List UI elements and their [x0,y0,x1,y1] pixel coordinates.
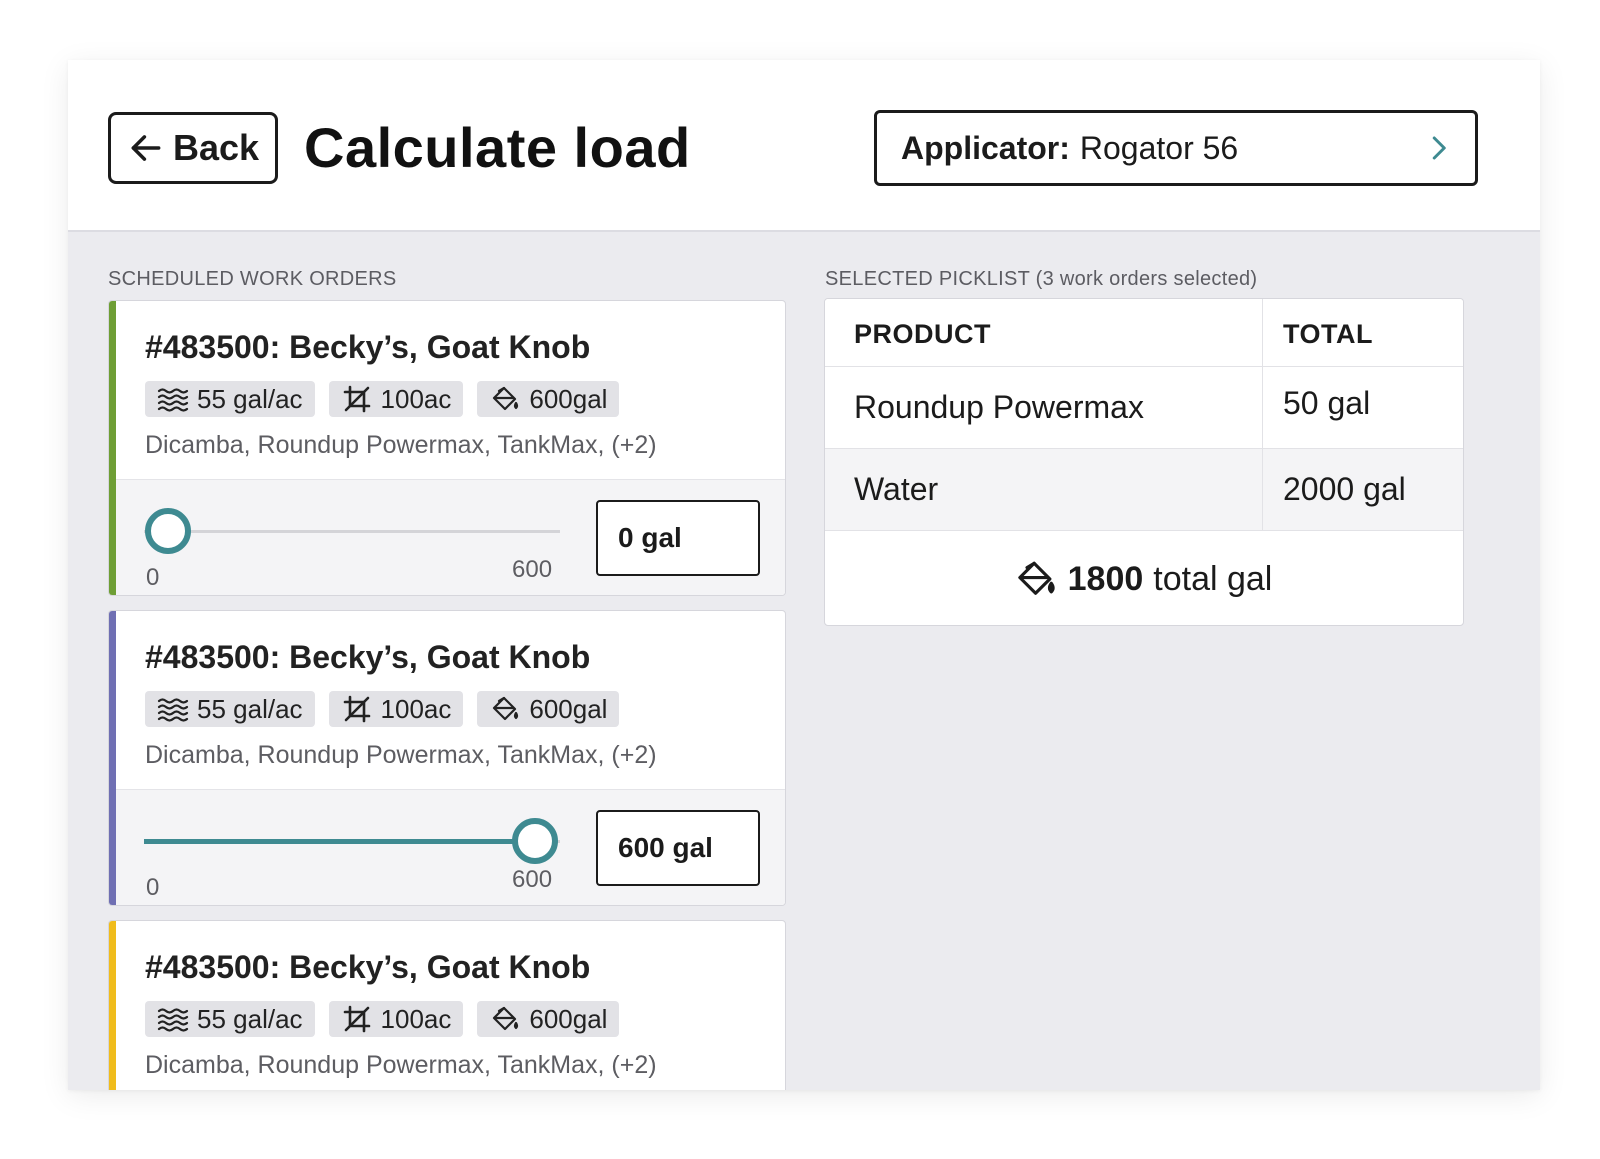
page-title: Calculate load [304,116,691,179]
chip-row: 55 gal/ac 100ac 600gal [145,1001,620,1037]
table-header: PRODUCT TOTAL [825,299,1463,367]
paint-bucket-icon [493,696,519,721]
volume-chip: 600gal [477,1001,620,1037]
slider-max-label: 600 [512,866,553,893]
chip-row: 55 gal/ac 100ac 600gal [145,691,620,727]
card-summary: #483500: Becky’s, Goat Knob 55 gal/ac 10… [109,921,785,1090]
load-slider-panel: 0 600 600 gal [116,789,785,905]
applicator-selector[interactable]: Applicator: Rogator 56 [874,110,1478,186]
paint-bucket-icon [1017,561,1055,595]
column-header-product: PRODUCT [854,319,991,349]
work-order-title: #483500: Becky’s, Goat Knob [145,329,591,365]
area-value: 100ac [380,383,452,414]
picklist-total: 1800 total gal [825,531,1463,625]
slider-thumb[interactable] [512,818,558,864]
column-divider [1262,299,1263,530]
rate-chip: 55 gal/ac [145,1001,315,1037]
area-chip: 100ac [328,381,464,417]
products-list: Dicamba, Roundup Powermax, TankMax, (+2) [145,1051,657,1079]
crop-icon [343,1005,370,1033]
product-total: 2000 gal [1283,471,1406,507]
arrow-left-icon [131,135,161,161]
product-name: Water [854,471,939,507]
volume-chip: 600gal [477,381,620,417]
slider-track[interactable] [144,530,560,533]
area-chip: 100ac [328,1001,464,1037]
products-list: Dicamba, Roundup Powermax, TankMax, (+2) [145,431,657,459]
work-order-card[interactable]: #483500: Becky’s, Goat Knob 55 gal/ac 10… [108,920,786,1090]
chevron-right-icon [1432,136,1446,160]
paint-bucket-icon [493,1006,519,1031]
rate-chip: 55 gal/ac [145,381,315,417]
volume-value: 600gal [529,1003,608,1034]
gallons-input[interactable]: 0 gal [596,500,760,576]
load-slider-panel: 0 600 0 gal [116,479,785,595]
area-chip: 100ac [328,691,464,727]
work-order-card[interactable]: #483500: Becky’s, Goat Knob 55 gal/ac 10… [108,610,786,906]
slider-min-label: 0 [146,564,160,591]
slider-min-label: 0 [146,874,160,901]
picklist-table: PRODUCT TOTAL Roundup Powermax 50 gal Wa… [824,298,1464,626]
volume-chip: 600gal [477,691,620,727]
crop-icon [343,385,370,413]
waves-icon [157,1008,189,1032]
table-row: Roundup Powermax 50 gal [825,367,1463,449]
work-orders-section-label: SCHEDULED WORK ORDERS [108,268,397,290]
products-list: Dicamba, Roundup Powermax, TankMax, (+2) [145,741,657,769]
picklist-section-label: SELECTED PICKLIST (3 work orders selecte… [825,268,1258,290]
product-total: 50 gal [1283,385,1371,421]
area-value: 100ac [380,1003,452,1034]
total-gallons-value: 1800 [1067,559,1144,598]
applicator-label: Applicator: [901,129,1070,166]
rate-value: 55 gal/ac [197,383,303,414]
back-button[interactable]: Back [108,112,278,184]
rate-value: 55 gal/ac [197,693,303,724]
volume-value: 600gal [529,383,608,414]
work-order-title: #483500: Becky’s, Goat Knob [145,949,591,985]
card-summary: #483500: Becky’s, Goat Knob 55 gal/ac 10… [109,301,785,479]
rate-chip: 55 gal/ac [145,691,315,727]
volume-value: 600gal [529,693,608,724]
chip-row: 55 gal/ac 100ac 600gal [145,381,620,417]
column-header-total: TOTAL [1283,319,1373,349]
slider-max-label: 600 [512,556,553,583]
waves-icon [157,388,189,412]
page-header: Back Calculate load Applicator: Rogator … [68,60,1540,232]
table-row: Water 2000 gal [825,449,1463,531]
rate-value: 55 gal/ac [197,1003,303,1034]
total-gallons-unit: total gal [1153,559,1273,598]
paint-bucket-icon [493,386,519,411]
applicator-value: Rogator 56 [1079,129,1239,166]
app-frame: Back Calculate load Applicator: Rogator … [68,60,1540,1090]
crop-icon [343,695,370,723]
card-summary: #483500: Becky’s, Goat Knob 55 gal/ac 10… [109,611,785,789]
area-value: 100ac [380,693,452,724]
slider-fill [144,839,536,844]
gallons-input[interactable]: 600 gal [596,810,760,886]
back-button-label: Back [172,127,260,168]
work-order-card[interactable]: #483500: Becky’s, Goat Knob 55 gal/ac 10… [108,300,786,596]
product-name: Roundup Powermax [854,389,1144,425]
waves-icon [157,698,189,722]
slider-thumb[interactable] [145,508,191,554]
work-order-title: #483500: Becky’s, Goat Knob [145,639,591,675]
